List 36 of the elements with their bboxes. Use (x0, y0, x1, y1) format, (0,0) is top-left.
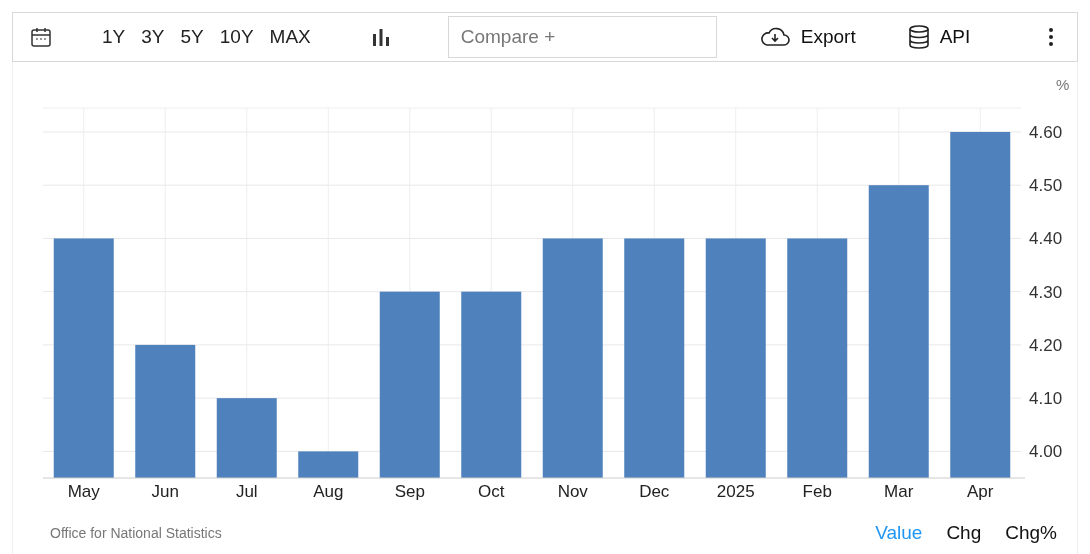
export-button[interactable]: Export (758, 22, 856, 52)
x-tick-label: Apr (967, 482, 994, 501)
range-button[interactable]: 1Y (95, 22, 133, 52)
y-tick-label: 4.20 (1029, 335, 1063, 355)
y-tick-label: 4.10 (1029, 389, 1063, 409)
unit-label: % (1056, 76, 1070, 93)
range-button[interactable]: 5Y (173, 22, 211, 52)
range-button[interactable]: 3Y (134, 22, 172, 52)
view-tab[interactable]: Chg (938, 518, 990, 548)
x-tick-label: Nov (557, 482, 588, 501)
y-tick-label: 4.60 (1029, 122, 1063, 142)
view-tab[interactable]: Chg% (997, 518, 1065, 548)
y-tick-label: 4.00 (1029, 442, 1063, 462)
range-button[interactable]: MAX (262, 22, 318, 52)
calendar-icon[interactable] (29, 25, 53, 49)
x-tick-label: Jul (235, 482, 258, 501)
bar (298, 451, 359, 478)
source-text: Office for National Statistics (50, 523, 222, 543)
x-tick-label: Mar (884, 482, 914, 501)
y-tick-label: 4.40 (1029, 229, 1063, 249)
y-tick-label: 4.30 (1029, 282, 1063, 302)
x-tick-label: Sep (394, 482, 425, 501)
x-tick-label: May (67, 482, 100, 501)
database-icon (907, 24, 930, 50)
api-button[interactable]: API (907, 22, 971, 52)
x-tick-label: Feb (802, 482, 832, 501)
compare-field[interactable]: Compare + (447, 16, 717, 58)
x-tick-label: Dec (639, 482, 670, 501)
x-tick-label: 2025 (716, 482, 755, 501)
range-button[interactable]: 10Y (212, 22, 261, 52)
y-tick-label: 4.50 (1029, 176, 1063, 196)
cloud-download-icon (758, 26, 791, 48)
x-tick-label: Oct (478, 482, 505, 501)
x-tick-label: Aug (313, 482, 344, 501)
more-icon[interactable] (1047, 27, 1055, 47)
x-tick-label: Jun (151, 482, 179, 501)
